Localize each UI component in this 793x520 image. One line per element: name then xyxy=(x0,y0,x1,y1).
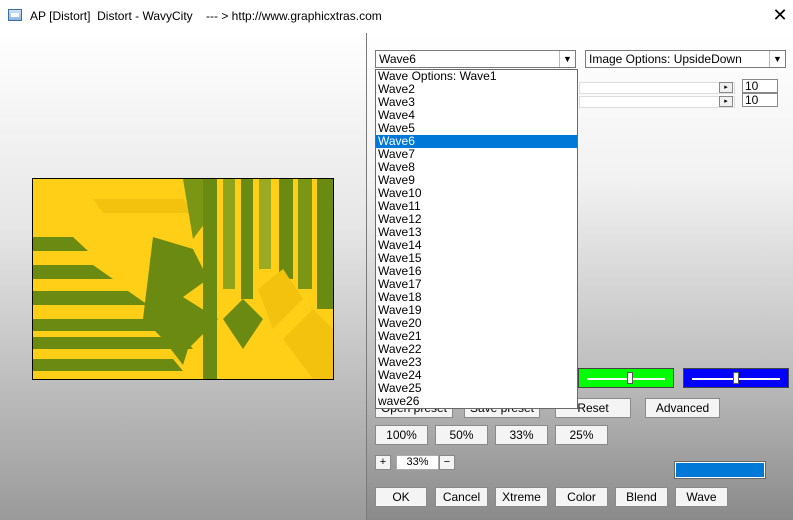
green-slider[interactable] xyxy=(578,368,674,388)
blue-slider-thumb[interactable] xyxy=(733,372,739,384)
title-bar: AP [Distort] Distort - WavyCity --- > ht… xyxy=(0,0,793,33)
image-options-select[interactable]: Image Options: UpsideDown ▼ xyxy=(585,50,786,68)
color-button[interactable]: Color xyxy=(555,487,608,507)
zoom-out-button[interactable]: − xyxy=(439,455,455,470)
wave-select-value: Wave6 xyxy=(379,52,416,66)
blue-slider[interactable] xyxy=(683,368,789,388)
ok-button[interactable]: OK xyxy=(375,487,427,507)
wave-select[interactable]: Wave6 ▼ xyxy=(375,50,576,68)
wave-dropdown-list[interactable]: Wave Options: Wave1 Wave2 Wave3 Wave4 Wave5 W… xyxy=(375,69,578,409)
zoom-25-button[interactable]: 25% xyxy=(555,425,608,445)
xtreme-button[interactable]: Xtreme xyxy=(495,487,548,507)
green-slider-thumb[interactable] xyxy=(627,372,633,384)
green-slider-track xyxy=(587,378,665,380)
param-slider-2[interactable] xyxy=(579,96,735,108)
cancel-button[interactable]: Cancel xyxy=(435,487,488,507)
param-value-2[interactable]: 10 xyxy=(742,93,778,107)
param-2-arrow[interactable]: ▸ xyxy=(719,96,733,107)
chevron-down-icon[interactable]: ▼ xyxy=(769,51,785,67)
image-options-value: Image Options: UpsideDown xyxy=(589,52,742,66)
list-item[interactable]: wave26 xyxy=(376,395,577,408)
preview-panel xyxy=(0,33,367,520)
app-icon xyxy=(8,9,22,21)
close-icon[interactable]: ✕ xyxy=(770,5,790,25)
window-title: AP [Distort] Distort - WavyCity --- > ht… xyxy=(30,9,382,23)
param-1-arrow[interactable]: ▸ xyxy=(719,82,733,93)
color-swatch[interactable] xyxy=(674,461,766,479)
blend-button[interactable]: Blend xyxy=(615,487,668,507)
zoom-in-button[interactable]: + xyxy=(375,455,391,470)
advanced-button[interactable]: Advanced xyxy=(645,398,720,418)
preview-image xyxy=(32,178,334,380)
zoom-33-button[interactable]: 33% xyxy=(495,425,548,445)
preview-artwork xyxy=(33,179,333,379)
zoom-100-button[interactable]: 100% xyxy=(375,425,428,445)
param-slider-1[interactable] xyxy=(579,82,735,94)
chevron-down-icon[interactable]: ▼ xyxy=(559,51,575,67)
wave-button[interactable]: Wave xyxy=(675,487,728,507)
param-value-1[interactable]: 10 xyxy=(742,79,778,93)
zoom-50-button[interactable]: 50% xyxy=(435,425,488,445)
zoom-value: 33% xyxy=(396,455,439,470)
